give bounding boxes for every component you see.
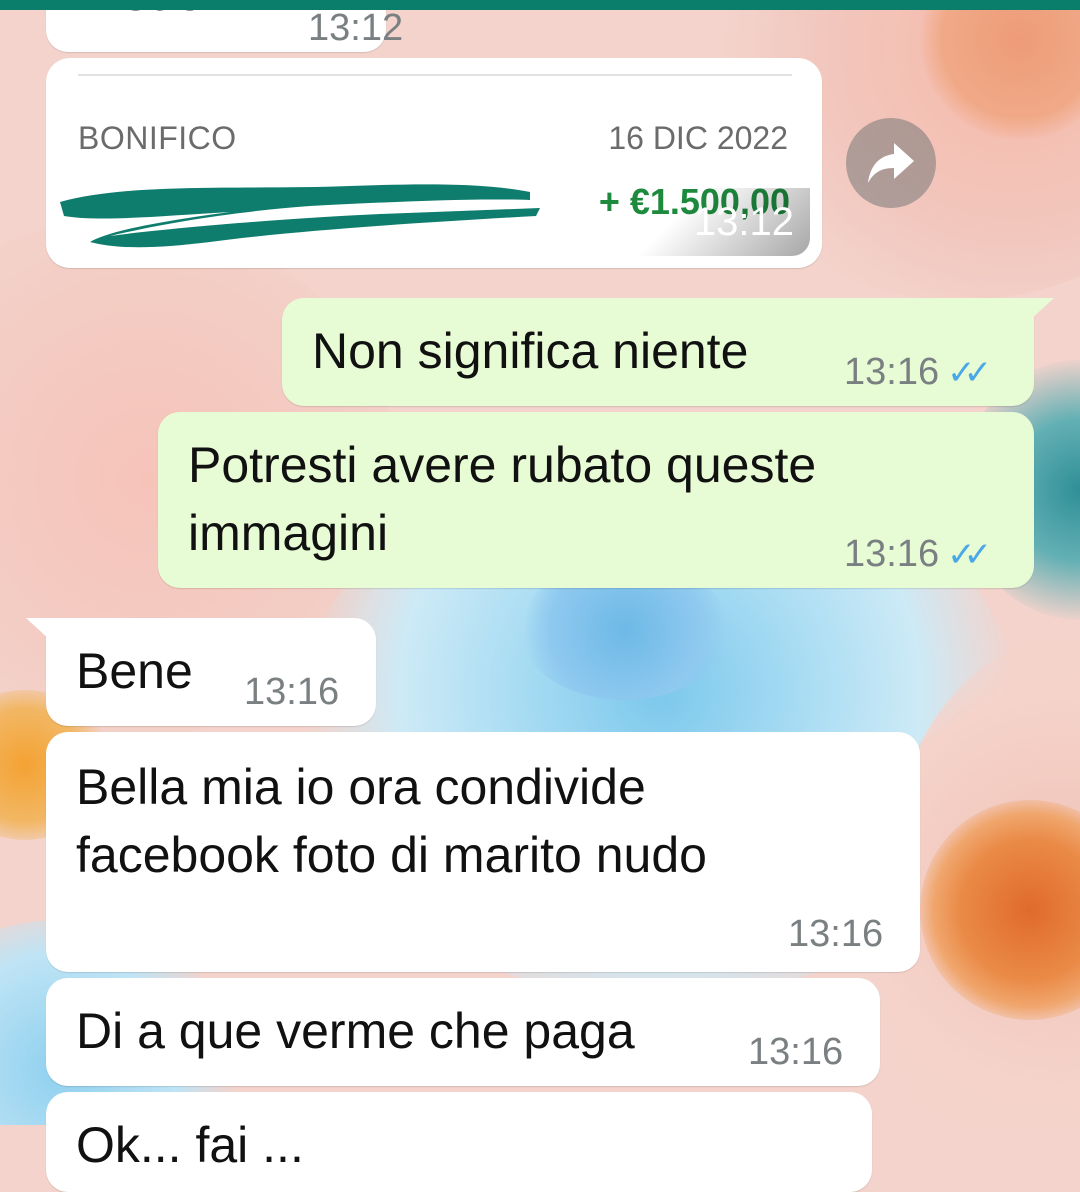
transfer-type-label: BONIFICO <box>78 120 237 156</box>
forward-arrow-icon <box>868 143 914 183</box>
transfer-date: 16 DIC 2022 <box>608 120 788 156</box>
message-text: Bene <box>76 643 193 699</box>
app-header-edge <box>0 0 1080 10</box>
time-text: 13:16 <box>844 533 940 575</box>
outgoing-message-bubble[interactable]: Potresti avere rubato queste immagini 13… <box>158 412 1034 588</box>
bubble-tail <box>26 618 50 640</box>
bubble-tail <box>1030 298 1054 320</box>
read-ticks-icon: ✓✓ <box>947 536 992 574</box>
message-text-line-2: immagini <box>188 505 389 561</box>
message-time: 13:16 ✓✓ <box>844 351 992 393</box>
message-text-line-2: facebook foto di marito nudo <box>76 827 707 883</box>
redaction-scribble <box>60 184 540 248</box>
message-text-line-1: Potresti avere rubato queste <box>188 437 817 493</box>
message-text: Non significa niente <box>312 323 749 379</box>
message-text: Di a que verme che paga <box>76 1003 635 1059</box>
incoming-message-bubble[interactable]: Bella mia io ora condivide facebook foto… <box>46 732 920 972</box>
read-ticks-icon: ✓✓ <box>947 354 992 392</box>
message-time: 13:16 <box>244 671 340 713</box>
forward-button[interactable] <box>846 118 936 208</box>
message-text-line-1: Bella mia io ora condivide <box>76 759 646 815</box>
message-time: 13:12 <box>308 7 404 49</box>
message-time: 13:16 <box>788 913 884 955</box>
card-time: 13:12 <box>693 200 794 244</box>
card-divider <box>78 74 792 76</box>
message-time: 13:16 ✓✓ <box>844 533 992 575</box>
outgoing-message-bubble[interactable]: Non significa niente 13:16 ✓✓ <box>282 298 1034 406</box>
time-text: 13:16 <box>844 351 940 393</box>
incoming-message-bubble[interactable]: Bene 13:16 <box>46 618 376 726</box>
incoming-message-bubble[interactable]: Ok... fai ... <box>46 1092 872 1192</box>
message-text: Ok... fai ... <box>76 1117 304 1173</box>
message-time: 13:16 <box>748 1031 844 1073</box>
bank-transfer-card[interactable]: BONIFICO 16 DIC 2022 + €1.500,00 13:12 <box>46 58 822 268</box>
incoming-message-bubble[interactable]: Di a que verme che paga 13:16 <box>46 978 880 1086</box>
